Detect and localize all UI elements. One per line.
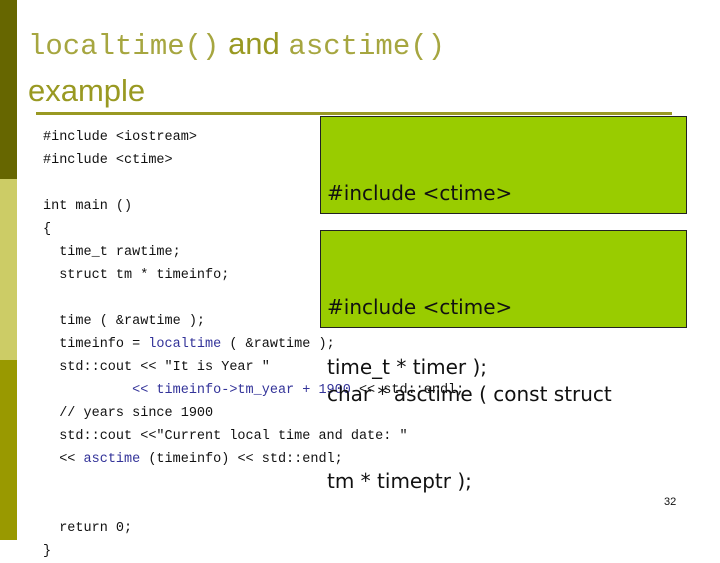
- title-and: and: [228, 26, 280, 61]
- code-text: struct tm * timeinfo;: [43, 268, 230, 283]
- slide-title: localtime() and asctime() example: [28, 22, 668, 113]
- code-text: ( &rawtime );: [221, 337, 335, 352]
- callout-line: tm * timeptr );: [327, 469, 472, 493]
- code-text: timeinfo =: [43, 337, 149, 352]
- callout-line: char * asctime ( const struct: [327, 382, 612, 406]
- title-example: example: [28, 73, 146, 108]
- code-text: #include <ctime>: [43, 153, 173, 168]
- code-text: {: [43, 222, 52, 237]
- code-text: (timeinfo) << std::endl;: [140, 452, 343, 467]
- code-text: int main (): [43, 199, 133, 214]
- sidebar-bottom-band: [0, 360, 17, 540]
- sidebar-middle-band: [0, 179, 17, 360]
- code-text: return 0;: [43, 521, 133, 536]
- title-divider: [36, 112, 672, 115]
- code-text: // years since 1900: [43, 406, 214, 421]
- code-highlight: asctime: [83, 452, 141, 467]
- code-text: #include <iostream>: [43, 130, 197, 145]
- code-text: time_t rawtime;: [43, 245, 181, 260]
- code-text: }: [43, 544, 52, 559]
- code-line: }: [43, 540, 464, 563]
- localtime-signature-callout: #include <ctime> struct tm * localtime (…: [320, 116, 687, 379]
- callout-line: #include <ctime>: [327, 181, 513, 205]
- callout-line: #include <ctime>: [327, 295, 513, 319]
- code-text: <<: [43, 452, 84, 467]
- sidebar-top-band: [0, 0, 17, 179]
- title-asctime: asctime(): [288, 30, 446, 63]
- code-highlight: localtime: [148, 337, 222, 352]
- code-text: time ( &rawtime );: [43, 314, 206, 329]
- page-number: 32: [664, 496, 677, 508]
- code-text: std::cout << "It is Year ": [43, 360, 270, 375]
- asctime-signature-callout: #include <ctime> char * asctime ( const …: [320, 230, 687, 493]
- code-highlight: << timeinfo->tm_year + 1900: [43, 383, 351, 398]
- title-localtime: localtime(): [28, 30, 220, 63]
